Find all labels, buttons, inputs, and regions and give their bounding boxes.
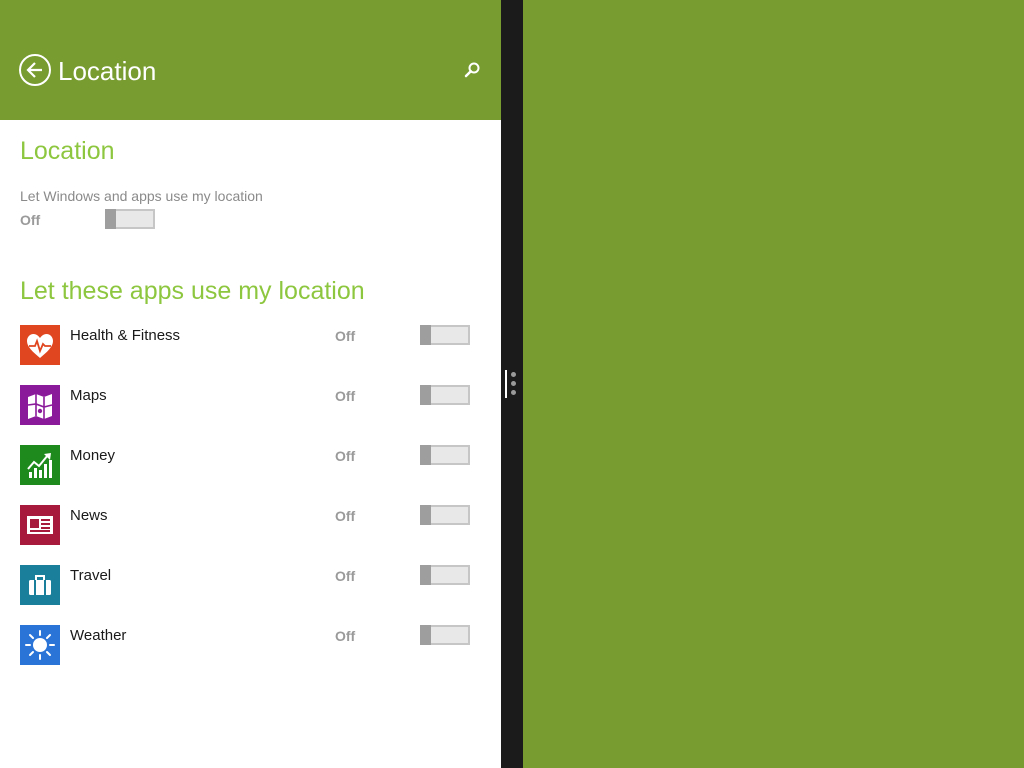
app-state-label: Off <box>335 508 356 524</box>
app-name: Maps <box>70 387 107 404</box>
app-name: Travel <box>70 567 112 584</box>
app-row: Money Off <box>0 445 501 505</box>
app-name: Health & Fitness <box>70 327 181 344</box>
toggle-thumb <box>420 505 431 525</box>
toggle-thumb <box>420 565 431 585</box>
settings-pane: Location Location Let Windows and apps u… <box>0 0 501 768</box>
back-arrow-icon[interactable] <box>19 54 51 86</box>
divider-dot <box>511 372 516 377</box>
location-description: Let Windows and apps use my location <box>20 188 263 204</box>
location-state-label: Off <box>20 212 41 228</box>
heart-pulse-icon <box>20 325 60 365</box>
app-state-label: Off <box>335 388 356 404</box>
app-location-toggle[interactable] <box>420 445 470 465</box>
app-name: Money <box>70 447 116 464</box>
app-location-toggle[interactable] <box>420 325 470 345</box>
divider-handle[interactable] <box>502 368 522 400</box>
sun-icon <box>20 625 60 665</box>
divider-dot <box>511 390 516 395</box>
app-state-label: Off <box>335 568 356 584</box>
header-bar: Location <box>0 0 501 120</box>
app-location-toggle[interactable] <box>420 565 470 585</box>
location-section-title: Location <box>20 137 115 165</box>
right-pane <box>523 0 1024 768</box>
app-state-label: Off <box>335 628 356 644</box>
app-row: News Off <box>0 505 501 565</box>
app-row: Weather Off <box>0 625 501 685</box>
app-location-toggle[interactable] <box>420 505 470 525</box>
app-row: Travel Off <box>0 565 501 625</box>
stock-chart-icon <box>20 445 60 485</box>
toggle-thumb <box>420 385 431 405</box>
snap-divider <box>501 0 523 768</box>
app-name: News <box>70 507 108 524</box>
toggle-thumb <box>420 325 431 345</box>
toggle-thumb <box>420 625 431 645</box>
search-icon[interactable] <box>462 60 482 80</box>
app-row: Health & Fitness Off <box>0 325 501 385</box>
app-location-toggle[interactable] <box>420 385 470 405</box>
app-row: Maps Off <box>0 385 501 445</box>
app-state-label: Off <box>335 448 356 464</box>
newspaper-icon <box>20 505 60 545</box>
toggle-thumb <box>420 445 431 465</box>
suitcase-icon <box>20 565 60 605</box>
app-location-toggle[interactable] <box>420 625 470 645</box>
toggle-thumb <box>105 209 116 229</box>
divider-bar <box>505 370 507 398</box>
page-title: Location <box>58 56 157 86</box>
map-icon <box>20 385 60 425</box>
location-toggle[interactable] <box>105 209 155 229</box>
app-name: Weather <box>70 627 127 644</box>
app-state-label: Off <box>335 328 356 344</box>
divider-dot <box>511 381 516 386</box>
apps-section-title: Let these apps use my location <box>20 277 365 305</box>
